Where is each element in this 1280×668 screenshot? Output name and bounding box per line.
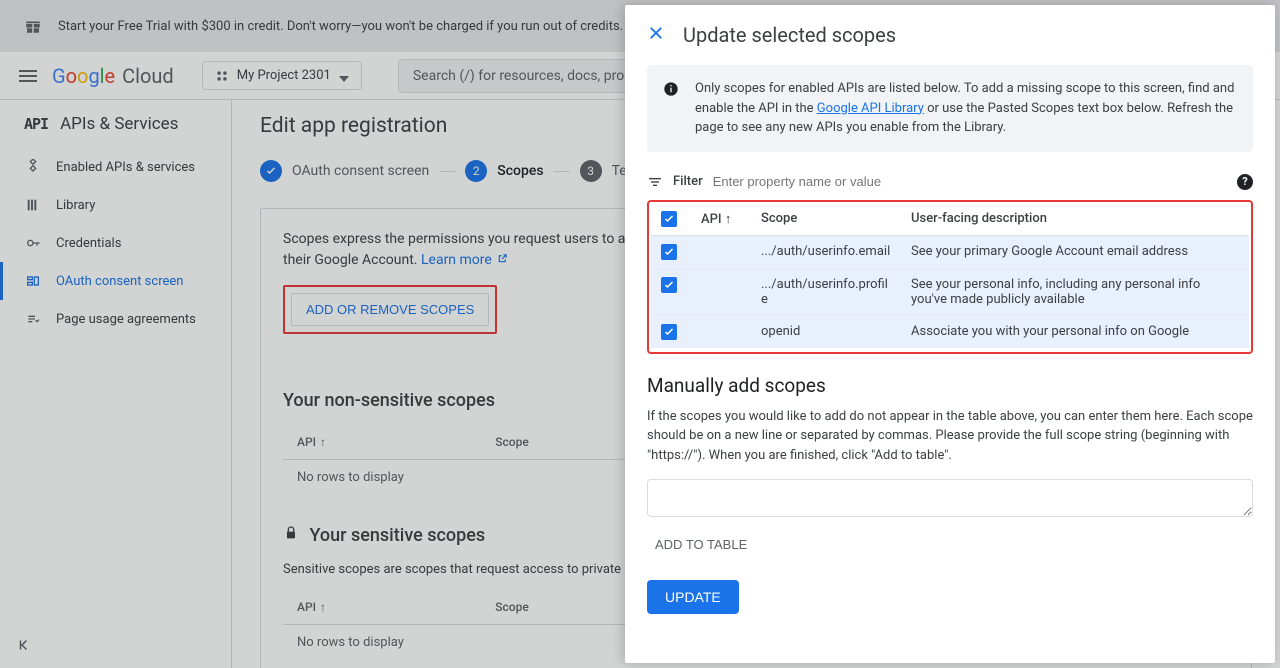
info-box: Only scopes for enabled APIs are listed …: [647, 65, 1253, 152]
close-icon[interactable]: [647, 24, 665, 47]
row-checkbox[interactable]: [661, 244, 677, 260]
row-checkbox[interactable]: [661, 324, 677, 340]
row-checkbox[interactable]: [661, 277, 677, 293]
manual-add-title: Manually add scopes: [647, 374, 1253, 397]
filter-input[interactable]: [713, 174, 1227, 189]
col-scope[interactable]: Scope: [751, 203, 901, 236]
help-icon[interactable]: ?: [1237, 174, 1253, 190]
scopes-table: API ↑ Scope User-facing description .../…: [651, 203, 1249, 348]
add-to-table-button[interactable]: ADD TO TABLE: [647, 521, 755, 568]
sort-asc-icon: ↑: [725, 212, 732, 227]
col-api[interactable]: API ↑: [691, 203, 751, 236]
panel-title: Update selected scopes: [683, 23, 896, 47]
google-api-library-link[interactable]: Google API Library: [817, 101, 924, 116]
desc-cell: See your personal info, including any pe…: [901, 268, 1249, 315]
desc-cell: Associate you with your personal info on…: [901, 315, 1249, 348]
table-row[interactable]: .../auth/userinfo.profile See your perso…: [651, 268, 1249, 315]
select-all-checkbox[interactable]: [661, 211, 677, 227]
info-icon: [663, 81, 679, 97]
desc-cell: See your primary Google Account email ad…: [901, 235, 1249, 268]
table-row[interactable]: .../auth/userinfo.email See your primary…: [651, 235, 1249, 268]
manual-add-help: If the scopes you would like to add do n…: [647, 407, 1253, 466]
scope-cell: openid: [751, 315, 901, 348]
filter-row: Filter ?: [647, 168, 1253, 196]
scope-cell: .../auth/userinfo.email: [751, 235, 901, 268]
filter-icon[interactable]: [647, 174, 663, 190]
scope-cell: .../auth/userinfo.profile: [751, 268, 901, 315]
manual-scopes-textarea[interactable]: [647, 479, 1253, 517]
filter-label: Filter: [673, 174, 703, 189]
update-scopes-panel: Update selected scopes Only scopes for e…: [625, 5, 1275, 663]
col-desc[interactable]: User-facing description: [901, 203, 1249, 236]
update-button[interactable]: UPDATE: [647, 580, 739, 614]
highlight-box: API ↑ Scope User-facing description .../…: [647, 200, 1253, 354]
table-row[interactable]: openid Associate you with your personal …: [651, 315, 1249, 348]
